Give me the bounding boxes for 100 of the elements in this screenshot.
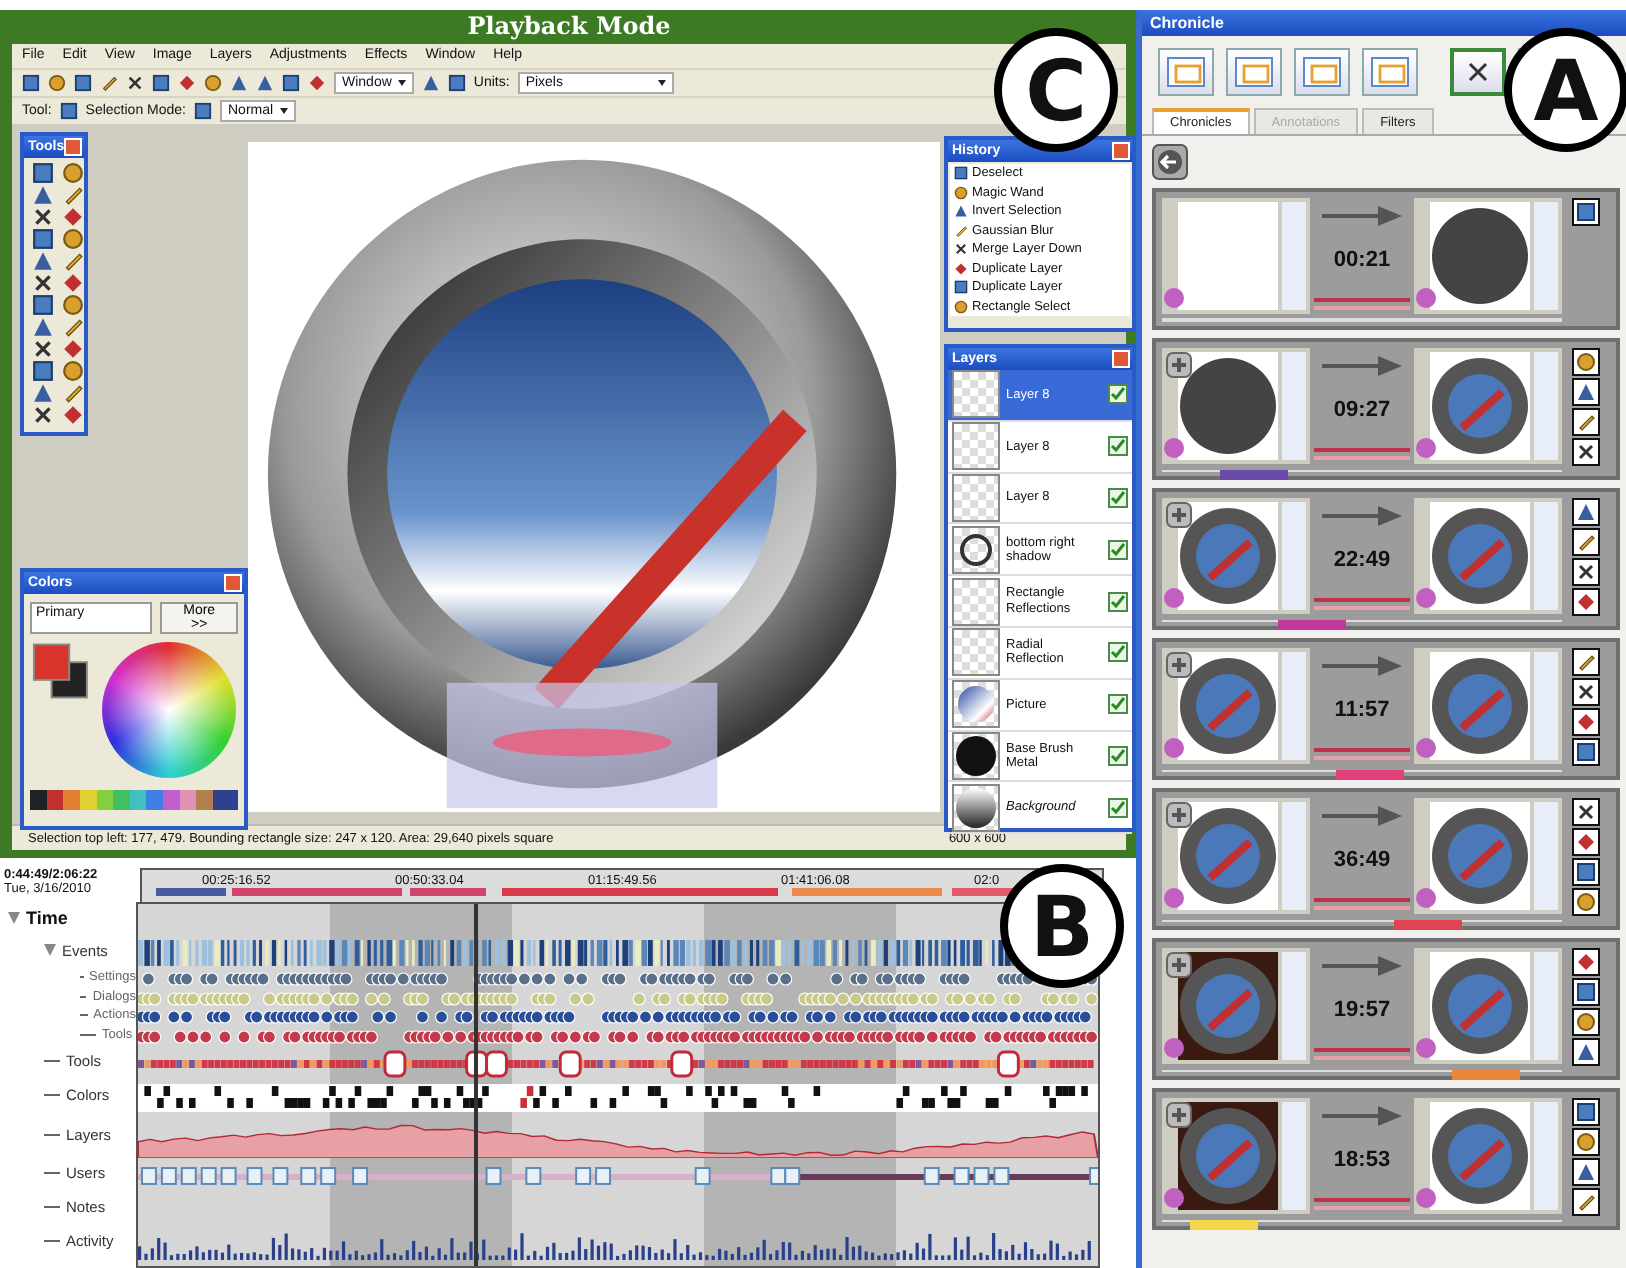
square-icon[interactable]	[1576, 982, 1596, 1002]
cross-icon[interactable]	[1576, 442, 1596, 462]
visibility-checkbox[interactable]	[1108, 487, 1128, 508]
square-icon[interactable]	[31, 360, 53, 382]
triangle-icon[interactable]	[1576, 1042, 1596, 1062]
expand-plus-icon[interactable]	[1166, 1102, 1192, 1128]
circle-icon[interactable]	[1576, 892, 1596, 912]
square-icon[interactable]	[31, 162, 53, 184]
expand-plus-icon[interactable]	[1166, 952, 1192, 978]
chronicle-card[interactable]: 18:53	[1152, 1088, 1620, 1230]
square-icon[interactable]	[31, 228, 53, 250]
square-icon[interactable]	[282, 74, 300, 92]
window-layout-icon[interactable]	[1158, 48, 1214, 96]
expand-plus-icon[interactable]	[1166, 502, 1192, 528]
diamond-icon[interactable]	[178, 74, 196, 92]
square-icon[interactable]	[954, 280, 968, 295]
square-icon[interactable]	[31, 294, 53, 316]
window-layout-icon[interactable]	[1226, 48, 1282, 96]
expand-plus-icon[interactable]	[1166, 352, 1192, 378]
diamond-icon[interactable]	[1576, 832, 1596, 852]
cross-icon[interactable]	[31, 272, 53, 294]
diamond-icon[interactable]	[308, 74, 326, 92]
color-palette[interactable]	[30, 790, 238, 810]
triangle-icon[interactable]	[31, 382, 53, 404]
pencil-icon[interactable]	[1576, 1192, 1596, 1212]
diamond-icon[interactable]	[954, 261, 968, 276]
triangle-icon[interactable]	[421, 74, 440, 92]
circle-icon[interactable]	[48, 74, 66, 92]
pencil-icon[interactable]	[61, 316, 83, 338]
triangle-icon[interactable]	[31, 184, 53, 206]
visibility-checkbox[interactable]	[1108, 642, 1128, 663]
circle-icon[interactable]	[1576, 1132, 1596, 1152]
pencil-icon[interactable]	[61, 250, 83, 272]
circle-icon[interactable]	[1576, 352, 1596, 372]
pencil-icon[interactable]	[100, 74, 118, 92]
visibility-checkbox[interactable]	[1108, 745, 1128, 766]
pencil-icon[interactable]	[1576, 652, 1596, 672]
square-icon[interactable]	[954, 166, 968, 181]
circle-icon[interactable]	[954, 299, 968, 314]
close-icon[interactable]	[224, 574, 242, 592]
pencil-icon[interactable]	[61, 184, 83, 206]
cross-icon[interactable]	[1450, 48, 1506, 96]
diamond-icon[interactable]	[1576, 592, 1596, 612]
triangle-icon[interactable]	[1576, 502, 1596, 522]
triangle-icon[interactable]	[1576, 1162, 1596, 1182]
pencil-icon[interactable]	[1576, 532, 1596, 552]
chronicle-card[interactable]: 36:49	[1152, 788, 1620, 930]
circle-icon[interactable]	[204, 74, 222, 92]
cross-icon[interactable]	[1576, 682, 1596, 702]
diamond-icon[interactable]	[61, 338, 83, 360]
chronicle-card[interactable]: 11:57	[1152, 638, 1620, 780]
square-icon[interactable]	[74, 74, 92, 92]
expand-plus-icon[interactable]	[1166, 802, 1192, 828]
chronicle-card[interactable]: 22:49	[1152, 488, 1620, 630]
square-icon[interactable]	[1576, 1102, 1596, 1122]
square-icon[interactable]	[1576, 862, 1596, 882]
visibility-checkbox[interactable]	[1108, 694, 1128, 715]
close-icon[interactable]	[1112, 350, 1130, 368]
circle-icon[interactable]	[61, 360, 83, 382]
triangle-icon[interactable]	[31, 250, 53, 272]
pencil-icon[interactable]	[61, 382, 83, 404]
cross-icon[interactable]	[954, 242, 968, 257]
chronicle-card[interactable]: 00:21	[1152, 188, 1620, 330]
chronicle-card[interactable]: 09:27	[1152, 338, 1620, 480]
square-icon[interactable]	[152, 74, 170, 92]
visibility-checkbox[interactable]	[1108, 539, 1128, 560]
visibility-checkbox[interactable]	[1108, 591, 1128, 612]
cross-icon[interactable]	[31, 404, 53, 426]
window-layout-icon[interactable]	[1294, 48, 1350, 96]
triangle-icon[interactable]	[31, 316, 53, 338]
cross-icon[interactable]	[31, 206, 53, 228]
visibility-checkbox[interactable]	[1108, 797, 1128, 818]
square-icon[interactable]	[447, 74, 466, 92]
square-icon[interactable]	[194, 102, 212, 120]
triangle-icon[interactable]	[1576, 382, 1596, 402]
track-label[interactable]: Time	[26, 907, 68, 927]
square-icon[interactable]	[59, 102, 78, 120]
square-icon[interactable]	[22, 74, 40, 92]
circle-icon[interactable]	[61, 162, 83, 184]
diamond-icon[interactable]	[1576, 712, 1596, 732]
triangle-icon[interactable]	[954, 204, 968, 219]
expand-triangle-icon[interactable]	[8, 911, 20, 923]
diamond-icon[interactable]	[1576, 952, 1596, 972]
square-icon[interactable]	[1576, 742, 1596, 762]
pencil-icon[interactable]	[954, 223, 968, 238]
cross-icon[interactable]	[126, 74, 144, 92]
close-icon[interactable]	[1112, 142, 1130, 160]
cross-icon[interactable]	[1576, 802, 1596, 822]
cross-icon[interactable]	[31, 338, 53, 360]
back-arrow-icon[interactable]	[1152, 144, 1188, 180]
diamond-icon[interactable]	[61, 404, 83, 426]
chronicle-card[interactable]: 19:57	[1152, 938, 1620, 1080]
circle-icon[interactable]	[61, 294, 83, 316]
color-swatches-icon[interactable]	[32, 642, 91, 702]
circle-icon[interactable]	[1576, 1012, 1596, 1032]
expand-plus-icon[interactable]	[1166, 652, 1192, 678]
expand-triangle-icon[interactable]	[44, 944, 56, 956]
visibility-checkbox[interactable]	[1108, 436, 1128, 457]
cross-icon[interactable]	[1576, 562, 1596, 582]
pencil-icon[interactable]	[1576, 412, 1596, 432]
